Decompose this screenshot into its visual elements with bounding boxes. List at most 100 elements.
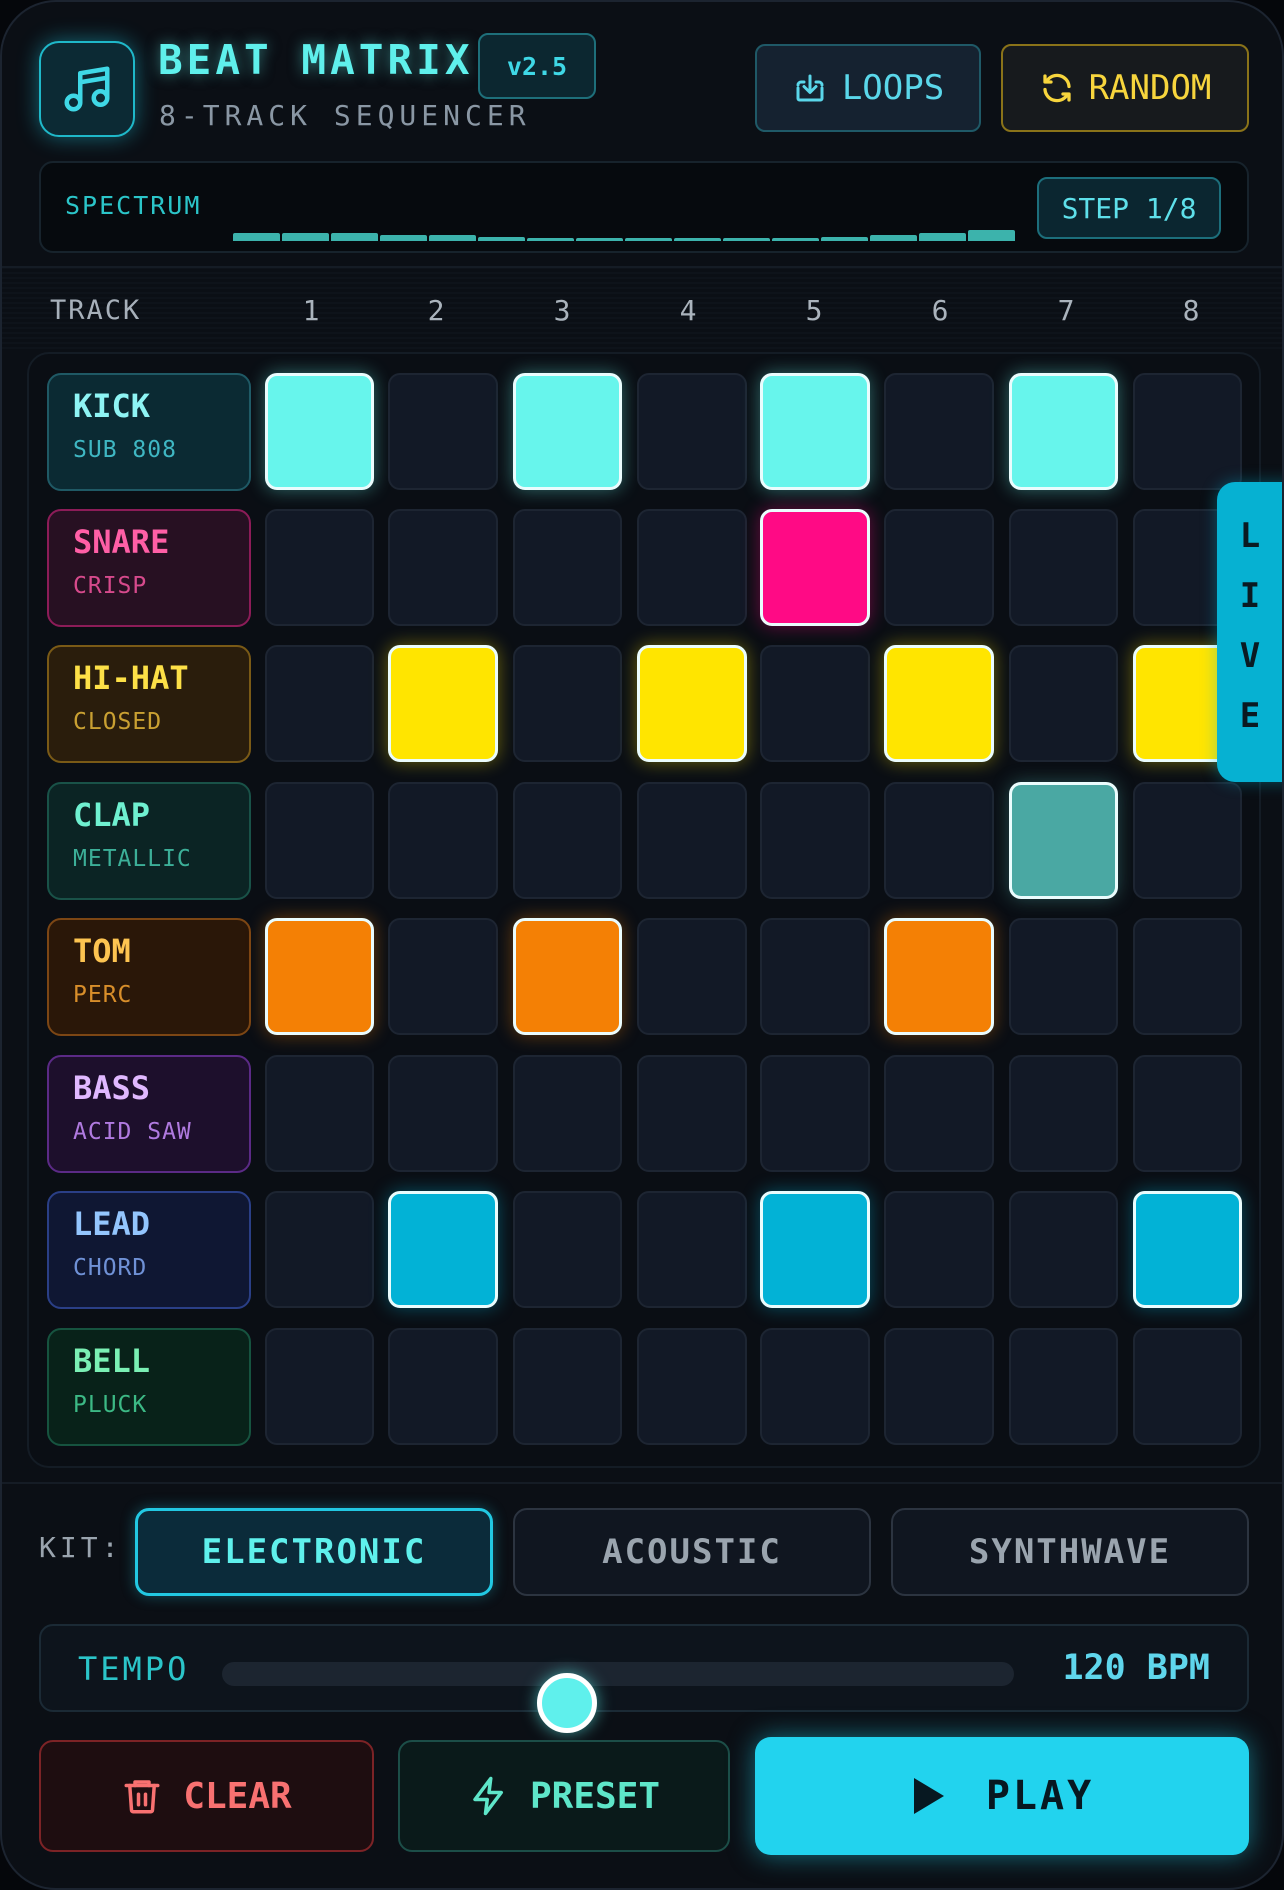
random-button[interactable]: RANDOM — [1001, 44, 1249, 132]
track-label-bell[interactable]: BELL PLUCK — [47, 1328, 251, 1446]
step-cell[interactable] — [513, 509, 622, 626]
step-cell[interactable] — [513, 782, 622, 899]
step-cell[interactable] — [637, 1191, 747, 1308]
track-name: BELL — [73, 1342, 151, 1380]
step-number: 1 — [302, 294, 320, 327]
step-cell[interactable] — [760, 645, 870, 762]
step-cell[interactable] — [1009, 1055, 1118, 1172]
step-cell[interactable] — [637, 918, 747, 1035]
step-cell[interactable] — [760, 1055, 870, 1172]
track-label-snare[interactable]: SNARE CRISP — [47, 509, 251, 627]
step-cell[interactable] — [637, 1055, 747, 1172]
step-cell[interactable] — [388, 1328, 498, 1445]
step-cell[interactable] — [884, 1191, 994, 1308]
step-cell[interactable] — [513, 1191, 622, 1308]
clear-label: CLEAR — [183, 1775, 292, 1817]
step-cell[interactable] — [388, 782, 498, 899]
step-cell[interactable] — [513, 373, 622, 490]
step-cell[interactable] — [265, 1328, 374, 1445]
step-cell[interactable] — [1133, 782, 1242, 899]
step-cell[interactable] — [637, 645, 747, 762]
track-label-clap[interactable]: CLAP METALLIC — [47, 782, 251, 900]
step-cell[interactable] — [388, 645, 498, 762]
track-sound: CHORD — [73, 1255, 148, 1281]
kit-option-electronic[interactable]: ELECTRONIC — [135, 1508, 493, 1596]
step-cell[interactable] — [637, 1328, 747, 1445]
step-cell[interactable] — [760, 782, 870, 899]
step-cell[interactable] — [265, 782, 374, 899]
step-cell[interactable] — [637, 509, 747, 626]
step-cell[interactable] — [388, 509, 498, 626]
step-cell[interactable] — [884, 509, 994, 626]
step-cell[interactable] — [265, 509, 374, 626]
step-cell[interactable] — [884, 1055, 994, 1172]
step-cell[interactable] — [760, 509, 870, 626]
play-button[interactable]: PLAY — [755, 1737, 1249, 1855]
spectrum-bar — [625, 238, 672, 241]
app-subtitle: 8-TRACK SEQUENCER — [159, 99, 531, 132]
track-label-bass[interactable]: BASS ACID SAW — [47, 1055, 251, 1173]
step-cell[interactable] — [1009, 373, 1118, 490]
track-label-tom[interactable]: TOM PERC — [47, 918, 251, 1036]
step-cell[interactable] — [760, 373, 870, 490]
live-tab[interactable]: L I V E — [1217, 482, 1282, 782]
step-cell[interactable] — [388, 373, 498, 490]
spectrum-bar — [478, 237, 525, 241]
step-cell[interactable] — [265, 1055, 374, 1172]
step-cell[interactable] — [265, 645, 374, 762]
step-cell[interactable] — [637, 373, 747, 490]
step-cell[interactable] — [1009, 1191, 1118, 1308]
tempo-slider-track[interactable] — [222, 1662, 1014, 1733]
preset-button[interactable]: PRESET — [398, 1740, 730, 1852]
step-cell[interactable] — [265, 1191, 374, 1308]
step-cell[interactable] — [1133, 918, 1242, 1035]
step-cell[interactable] — [513, 1055, 622, 1172]
step-cell[interactable] — [1009, 1328, 1118, 1445]
loops-button[interactable]: LOOPS — [755, 44, 981, 132]
step-cell[interactable] — [1009, 918, 1118, 1035]
step-cell[interactable] — [1009, 509, 1118, 626]
step-cell[interactable] — [760, 918, 870, 1035]
refresh-icon — [1042, 73, 1071, 103]
track-label-hi-hat[interactable]: HI-HAT CLOSED — [47, 645, 251, 763]
step-cell[interactable] — [884, 1328, 994, 1445]
step-cell[interactable] — [760, 1328, 870, 1445]
kit-option-acoustic[interactable]: ACOUSTIC — [513, 1508, 871, 1596]
step-cell[interactable] — [884, 373, 994, 490]
step-cell[interactable] — [513, 918, 622, 1035]
loops-label: LOOPS — [841, 68, 945, 108]
step-cell[interactable] — [265, 373, 374, 490]
play-label: PLAY — [985, 1773, 1095, 1819]
spectrum-bar — [576, 238, 623, 241]
step-cell[interactable] — [884, 782, 994, 899]
step-cell[interactable] — [637, 782, 747, 899]
step-cell[interactable] — [388, 1055, 498, 1172]
step-cell[interactable] — [1133, 373, 1242, 490]
step-cell[interactable] — [884, 918, 994, 1035]
step-number: 2 — [427, 294, 445, 327]
step-cell[interactable] — [513, 1328, 622, 1445]
live-letter: V — [1239, 636, 1261, 676]
step-cell[interactable] — [1009, 782, 1118, 899]
step-cell[interactable] — [1133, 1191, 1242, 1308]
tempo-slider-thumb[interactable] — [536, 1673, 597, 1733]
step-cell[interactable] — [513, 645, 622, 762]
step-cell[interactable] — [265, 918, 374, 1035]
track-sound: ACID SAW — [73, 1119, 192, 1145]
clear-button[interactable]: CLEAR — [39, 1740, 374, 1852]
step-cell[interactable] — [884, 645, 994, 762]
spectrum-bar — [331, 233, 378, 241]
step-cell[interactable] — [1133, 1328, 1242, 1445]
step-cell[interactable] — [760, 1191, 870, 1308]
step-cell[interactable] — [1133, 1055, 1242, 1172]
download-tray-icon — [796, 74, 824, 102]
track-label-lead[interactable]: LEAD CHORD — [47, 1191, 251, 1309]
step-number: 8 — [1182, 294, 1200, 327]
spectrum-bar — [968, 230, 1015, 241]
step-cell[interactable] — [388, 1191, 498, 1308]
step-cell[interactable] — [1009, 645, 1118, 762]
step-cell[interactable] — [388, 918, 498, 1035]
track-label-kick[interactable]: KICK SUB 808 — [47, 373, 251, 491]
track-sound: METALLIC — [73, 846, 192, 872]
kit-option-synthwave[interactable]: SYNTHWAVE — [891, 1508, 1249, 1596]
